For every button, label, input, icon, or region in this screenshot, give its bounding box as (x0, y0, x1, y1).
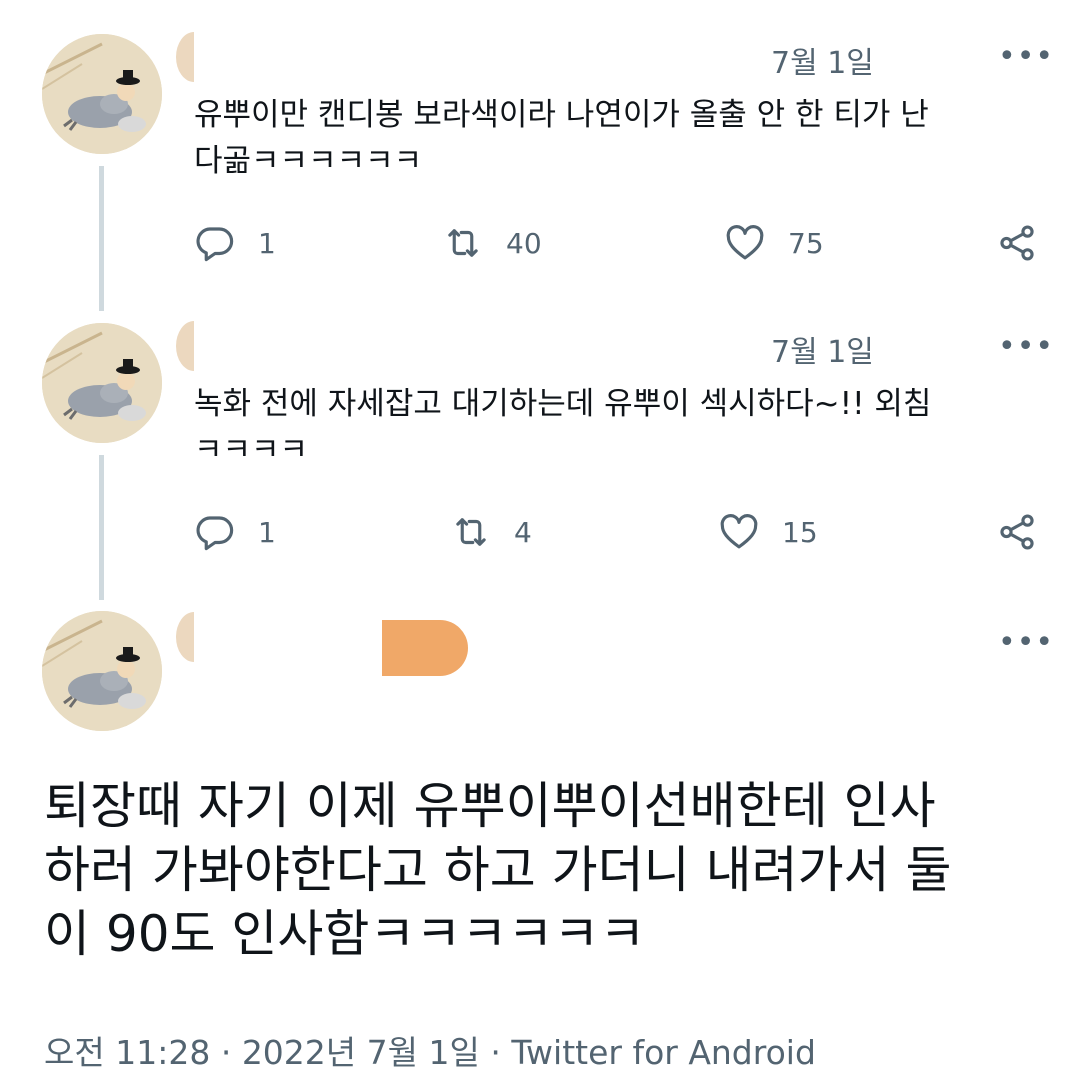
retweet-count: 40 (506, 226, 542, 260)
redacted-username (176, 32, 194, 82)
tweet-metadata: 오전 11:28 · 2022년 7월 1일 · Twitter for And… (44, 1026, 816, 1074)
tweet-text-line: 유뿌이만 캔디봉 보라색이라 나연이가 올출 안 한 티가 난 (194, 97, 929, 133)
retweet-icon (448, 229, 478, 257)
share-icon (1000, 514, 1034, 550)
tweet-date[interactable]: 7월 1일 (771, 38, 874, 82)
thread-line (99, 166, 104, 311)
more-horizontal-icon[interactable]: ••• (998, 628, 1054, 658)
like-count: 15 (782, 515, 818, 549)
main-tweet-text-line: 퇴장때 자기 이제 유뿌이뿌이선배한테 인사 (44, 777, 936, 835)
avatar-illustration (42, 611, 162, 731)
redacted-display-name (382, 620, 468, 676)
avatar[interactable] (42, 34, 162, 154)
share-button[interactable] (996, 218, 1038, 268)
tweet-text: 녹화 전에 자세잡고 대기하는데 유뿌이 섹시하다~!! 외침 ㅋㅋㅋㅋ (194, 381, 1034, 473)
like-count: 75 (788, 226, 824, 260)
tweet-text-line: 녹화 전에 자세잡고 대기하는데 유뿌이 섹시하다~!! 외침 (194, 386, 932, 422)
like-button[interactable]: 15 (718, 507, 818, 557)
more-horizontal-icon[interactable]: ••• (998, 332, 1054, 362)
tweet-source[interactable]: Twitter for Android (511, 1033, 816, 1072)
reply-button[interactable]: 1 (194, 218, 276, 268)
tweet-text: 유뿌이만 캔디봉 보라색이라 나연이가 올출 안 한 티가 난 다곪ㅋㅋㅋㅋㅋㅋ (194, 92, 1034, 184)
reply-count: 1 (258, 226, 276, 260)
thread-line (99, 455, 104, 600)
tweet-text-line: 다곪ㅋㅋㅋㅋㅋㅋ (194, 143, 423, 179)
retweet-icon (456, 518, 486, 546)
avatar-illustration (42, 34, 162, 154)
tweet-actions: 1 40 75 (194, 218, 1044, 268)
main-tweet-text-line: 이 90도 인사함ㅋㅋㅋㅋㅋㅋ (44, 905, 646, 963)
separator: · (490, 1033, 501, 1072)
tweet-full-date[interactable]: 2022년 7월 1일 (242, 1033, 480, 1072)
more-horizontal-icon[interactable]: ••• (998, 42, 1054, 72)
main-tweet-text-line: 하러 가봐야한다고 하고 가더니 내려가서 둘 (44, 841, 952, 899)
avatar-illustration (42, 323, 162, 443)
main-tweet-text: 퇴장때 자기 이제 유뿌이뿌이선배한테 인사 하러 가봐야한다고 하고 가더니 … (44, 774, 1044, 966)
heart-icon (726, 225, 764, 260)
share-icon (1000, 225, 1034, 261)
share-button[interactable] (996, 507, 1038, 557)
avatar[interactable] (42, 611, 162, 731)
tweet-actions: 1 4 15 (194, 507, 1044, 557)
tweet-time[interactable]: 오전 11:28 (44, 1033, 210, 1072)
retweet-button[interactable]: 40 (442, 218, 542, 268)
avatar[interactable] (42, 323, 162, 443)
reply-count: 1 (258, 515, 276, 549)
redacted-username (176, 612, 194, 662)
heart-icon (720, 514, 758, 549)
reply-icon (196, 516, 234, 551)
reply-icon (196, 227, 234, 262)
like-button[interactable]: 75 (724, 218, 824, 268)
redacted-username (176, 321, 194, 371)
tweet-text-line: ㅋㅋㅋㅋ (194, 432, 309, 468)
retweet-button[interactable]: 4 (450, 507, 532, 557)
retweet-count: 4 (514, 515, 532, 549)
separator: · (220, 1033, 232, 1072)
reply-button[interactable]: 1 (194, 507, 276, 557)
tweet-date[interactable]: 7월 1일 (771, 327, 874, 371)
